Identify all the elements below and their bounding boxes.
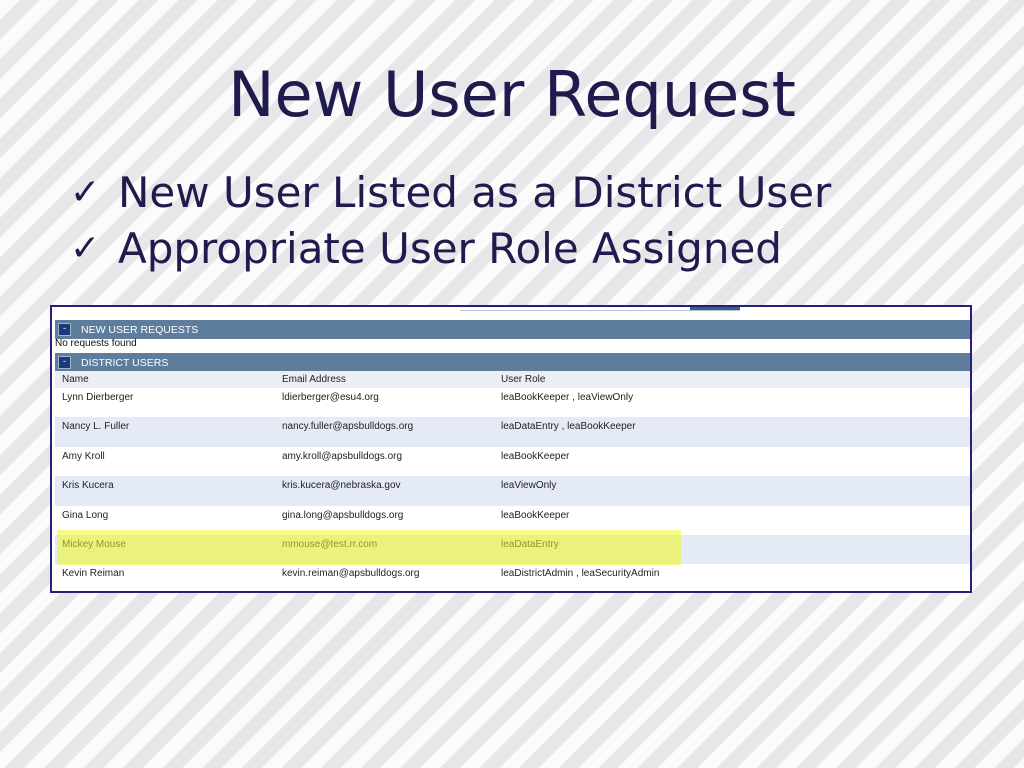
column-header-email[interactable]: Email Address bbox=[282, 374, 346, 385]
section-title: DISTRICT USERS bbox=[81, 356, 169, 369]
user-role: leaDataEntry bbox=[501, 538, 559, 550]
table-row[interactable]: Lynn Dierberger ldierberger@esu4.org lea… bbox=[55, 388, 970, 418]
table-row[interactable]: Gina Long gina.long@apsbulldogs.org leaB… bbox=[55, 505, 970, 535]
user-role: leaBookKeeper bbox=[501, 450, 570, 462]
bullet-item: ✓ New User Listed as a District User bbox=[70, 164, 831, 220]
user-name: Gina Long bbox=[62, 509, 109, 521]
table-row[interactable]: Mickey Mouse mmouse@test.rr.com leaDataE… bbox=[55, 534, 970, 565]
user-email: kevin.reiman@apsbulldogs.org bbox=[282, 568, 420, 580]
table-row[interactable]: Kris Kucera kris.kucera@nebraska.gov lea… bbox=[55, 476, 970, 506]
user-email: ldierberger@esu4.org bbox=[282, 392, 379, 403]
user-email: kris.kucera@nebraska.gov bbox=[282, 480, 401, 492]
table-row[interactable]: Amy Kroll amy.kroll@apsbulldogs.org leaB… bbox=[55, 446, 970, 477]
clipped-toolbar bbox=[460, 307, 740, 311]
district-users-header[interactable]: - DISTRICT USERS bbox=[55, 353, 970, 372]
app-screenshot: - NEW USER REQUESTS No requests found - … bbox=[50, 305, 972, 593]
collapse-icon[interactable]: - bbox=[58, 356, 71, 369]
user-name: Mickey Mouse bbox=[62, 538, 126, 550]
bullet-item: ✓ Appropriate User Role Assigned bbox=[70, 220, 831, 276]
empty-requests-message: No requests found bbox=[55, 338, 137, 349]
user-role: leaDataEntry , leaBookKeeper bbox=[501, 421, 636, 433]
column-header-role[interactable]: User Role bbox=[501, 374, 545, 385]
bullet-text: Appropriate User Role Assigned bbox=[118, 223, 782, 273]
checkmark-icon: ✓ bbox=[70, 227, 101, 269]
clipped-button[interactable] bbox=[690, 307, 740, 310]
table-header: Name Email Address User Role bbox=[55, 371, 970, 388]
slide-title: New User Request bbox=[228, 58, 796, 131]
user-role: leaBookKeeper bbox=[501, 509, 570, 521]
user-name: Nancy L. Fuller bbox=[62, 421, 130, 433]
district-users-table: Lynn Dierberger ldierberger@esu4.org lea… bbox=[55, 388, 970, 591]
bullet-text: New User Listed as a District User bbox=[118, 167, 832, 217]
user-email: nancy.fuller@apsbulldogs.org bbox=[282, 421, 414, 433]
table-row[interactable]: Kevin Reiman kevin.reiman@apsbulldogs.or… bbox=[55, 564, 970, 591]
column-header-name[interactable]: Name bbox=[62, 374, 89, 385]
user-name: Lynn Dierberger bbox=[62, 392, 134, 403]
user-role: leaBookKeeper , leaViewOnly bbox=[501, 392, 634, 403]
checkmark-icon: ✓ bbox=[70, 171, 101, 213]
user-email: gina.long@apsbulldogs.org bbox=[282, 509, 404, 521]
user-name: Kevin Reiman bbox=[62, 568, 125, 580]
bullet-list: ✓ New User Listed as a District User ✓ A… bbox=[70, 164, 831, 276]
user-name: Kris Kucera bbox=[62, 480, 114, 492]
collapse-icon[interactable]: - bbox=[58, 323, 71, 336]
table-row[interactable]: Nancy L. Fuller nancy.fuller@apsbulldogs… bbox=[55, 417, 970, 447]
user-email: amy.kroll@apsbulldogs.org bbox=[282, 450, 403, 462]
user-role: leaDistrictAdmin , leaSecurityAdmin bbox=[501, 568, 660, 580]
user-role: leaViewOnly bbox=[501, 480, 557, 492]
user-email: mmouse@test.rr.com bbox=[282, 538, 378, 550]
section-title: NEW USER REQUESTS bbox=[81, 323, 199, 336]
new-user-requests-header[interactable]: - NEW USER REQUESTS bbox=[55, 320, 970, 339]
user-name: Amy Kroll bbox=[62, 450, 105, 462]
